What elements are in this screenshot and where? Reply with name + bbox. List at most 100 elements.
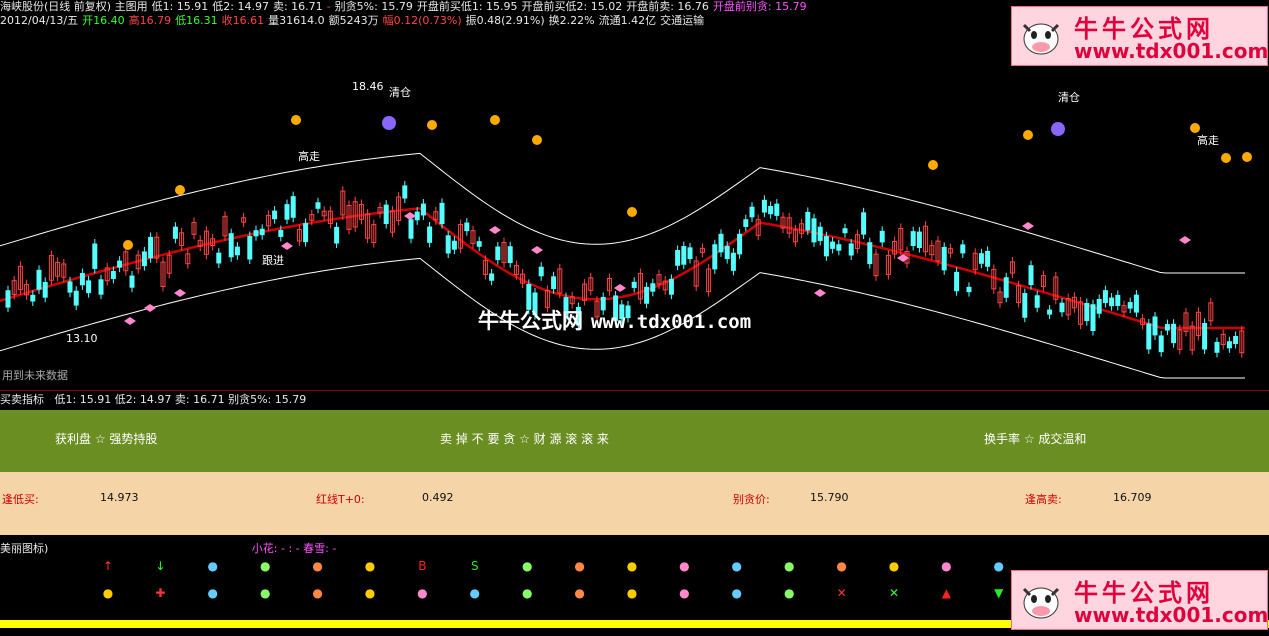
no-greed-label: 别贪价:	[733, 493, 770, 506]
header-field: 2012/04/13/五	[0, 14, 79, 27]
candle-body	[551, 276, 557, 290]
candle-body	[761, 199, 767, 213]
orange-icon[interactable]: ●	[939, 559, 953, 573]
candle-body	[5, 290, 11, 308]
redline-label: 红线T+0:	[316, 493, 365, 506]
candle-body	[1158, 335, 1164, 353]
arrow-down-icon[interactable]: ↓	[153, 559, 167, 573]
indicator-title-line: 买卖指标 低1: 15.91 低2: 14.97 卖: 16.71 别贪5%: …	[0, 393, 307, 406]
header-ohlc-line: 2012/04/13/五 开16.40 高16.79 低16.31 收16.61 量316…	[0, 14, 708, 28]
candle-body	[985, 250, 991, 267]
candle-body	[148, 236, 154, 259]
down-circle-icon[interactable]: ●	[782, 586, 796, 600]
diamond-green-icon[interactable]: ●	[363, 586, 377, 600]
bat-green-icon[interactable]: ●	[468, 586, 482, 600]
letter-b-icon[interactable]: B	[415, 559, 429, 573]
header-field: 别贪5%: 15.79	[334, 0, 413, 13]
up-circle-icon[interactable]: ●	[730, 586, 744, 600]
redline-value: 0.492	[422, 491, 454, 504]
header-field: 低1: 15.91	[151, 0, 209, 13]
letter-s-icon[interactable]: S	[468, 559, 482, 573]
candle-body	[631, 281, 637, 288]
header-field: 开盘前卖: 16.76	[626, 0, 709, 13]
red-ball-icon[interactable]: ●	[730, 559, 744, 573]
runner-icon[interactable]: ●	[835, 559, 849, 573]
go-high-label: 高走	[1197, 134, 1219, 147]
dragon-gold-icon[interactable]: ●	[573, 586, 587, 600]
header-field: 高16.79	[128, 14, 172, 27]
candle-body	[247, 235, 253, 260]
clear-signal-label: 清仓	[1058, 91, 1080, 104]
hand-icon[interactable]: ●	[625, 559, 639, 573]
candle-body	[1233, 336, 1239, 344]
candle-body	[1028, 265, 1034, 286]
pink-diamond-marker	[1022, 222, 1034, 230]
candle-body	[495, 246, 501, 261]
smile-face-icon[interactable]: ●	[311, 559, 325, 573]
cross-green-icon[interactable]: ✕	[887, 586, 901, 600]
orange-marker	[427, 120, 437, 130]
candle-body	[1127, 302, 1133, 309]
candle-body	[830, 241, 836, 249]
candle-body	[1003, 277, 1009, 298]
candle-body	[117, 260, 123, 268]
candle-body	[228, 233, 234, 258]
triangle-down-icon[interactable]: ▼	[992, 586, 1006, 600]
bat-blue-icon[interactable]: ●	[415, 586, 429, 600]
cross-red-icon[interactable]: ✕	[835, 586, 849, 600]
blue-ball-icon[interactable]: ●	[782, 559, 796, 573]
diamond-pink-icon[interactable]: ●	[258, 586, 272, 600]
green-apple-icon[interactable]: ●	[887, 559, 901, 573]
sell-high-label: 逢高卖:	[1025, 493, 1062, 506]
candle-body	[30, 294, 36, 302]
candle-body	[427, 226, 433, 243]
bat-purple-icon[interactable]: ●	[520, 586, 534, 600]
header-field: 振0.48(2.91%)	[465, 14, 545, 27]
candle-body	[272, 210, 278, 220]
triangle-up-icon[interactable]: ▲	[939, 586, 953, 600]
sell-high-value: 16.709	[1113, 491, 1152, 504]
arrow-up-icon[interactable]: ↑	[101, 559, 115, 573]
purple-face-icon[interactable]: ●	[363, 559, 377, 573]
candle-body	[110, 270, 116, 279]
header-field: 额5243万	[328, 14, 379, 27]
band-text: 换手率 ☆ 成交温和	[984, 432, 1087, 446]
diamond-gold-icon[interactable]: ●	[311, 586, 325, 600]
candlestick-chart[interactable]	[0, 28, 1269, 390]
pink-diamond-marker	[144, 304, 156, 312]
candle-body	[79, 273, 85, 286]
cherries-icon[interactable]: ●	[992, 559, 1006, 573]
candle-body	[1152, 316, 1158, 336]
candle-body	[129, 275, 135, 288]
dragon-pink-icon[interactable]: ●	[677, 586, 691, 600]
candle-body	[644, 286, 650, 304]
orange-marker	[1221, 153, 1231, 163]
candle-body	[284, 204, 290, 220]
candle-body	[861, 212, 867, 235]
plus-circle-icon[interactable]: ✚	[153, 586, 167, 600]
buy-low-label: 逢低买:	[2, 493, 39, 506]
sad-face-icon[interactable]: ●	[258, 559, 272, 573]
clear-signal-label: 清仓	[389, 86, 411, 99]
candle-body	[768, 205, 774, 215]
candle-body	[259, 228, 265, 236]
money-bag-icon[interactable]: ●	[520, 559, 534, 573]
cow-icon	[1022, 587, 1060, 619]
candle-body	[668, 278, 674, 295]
candle-body	[476, 241, 482, 247]
low-price-label: 13.10	[66, 332, 98, 345]
candle-body	[439, 202, 445, 225]
cake-icon[interactable]: ●	[101, 586, 115, 600]
candle-body	[1059, 302, 1065, 313]
treasure-chest-icon[interactable]: ●	[573, 559, 587, 573]
candle-body	[954, 271, 960, 292]
candle-body	[464, 222, 470, 232]
candle-body	[1214, 341, 1220, 353]
candle-body	[743, 219, 749, 227]
mushroom-icon[interactable]: ●	[677, 559, 691, 573]
candle-body	[216, 252, 222, 264]
cry-face-icon[interactable]: ●	[206, 559, 220, 573]
orange-marker	[1242, 152, 1252, 162]
diamond-blue-icon[interactable]: ●	[206, 586, 220, 600]
dragon-red-icon[interactable]: ●	[625, 586, 639, 600]
